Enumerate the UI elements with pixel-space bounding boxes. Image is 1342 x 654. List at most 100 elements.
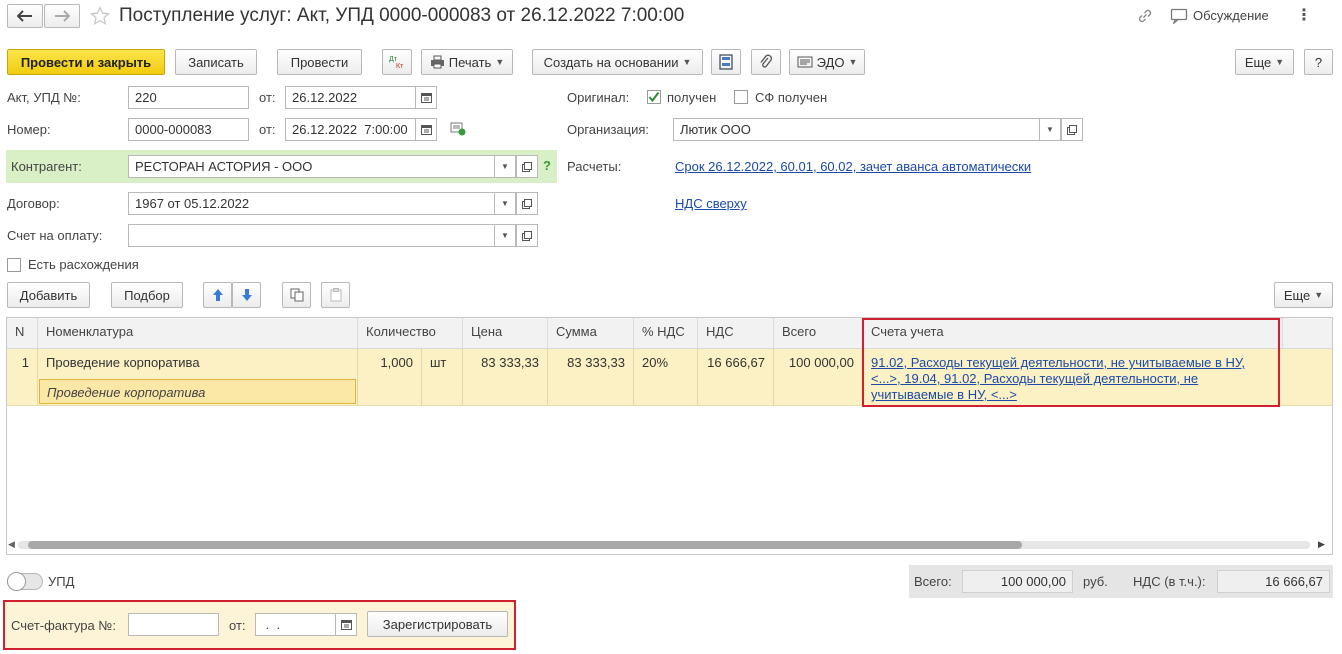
table-more-button[interactable]: Еще ▼	[1274, 282, 1333, 308]
column-header-sum[interactable]: Сумма	[548, 318, 634, 348]
column-header-price[interactable]: Цена	[463, 318, 548, 348]
open-form-icon	[522, 161, 532, 172]
edo-label: ЭДО	[816, 54, 845, 70]
selection-label: Подбор	[124, 287, 170, 303]
organization-open-button[interactable]	[1061, 118, 1083, 141]
organization-dropdown-button[interactable]: ▼	[1039, 118, 1061, 141]
contract-input[interactable]: 1967 от 05.12.2022	[128, 192, 495, 215]
svg-text:Дт: Дт	[389, 56, 398, 63]
chevron-down-icon: ▼	[501, 199, 509, 208]
open-form-icon	[522, 198, 532, 209]
discrepancy-checkbox[interactable]	[7, 258, 21, 272]
column-header-nomenclature[interactable]: Номенклатура	[38, 318, 358, 348]
column-header-vat[interactable]: НДС	[698, 318, 774, 348]
invoice-date-value: . .	[262, 617, 281, 632]
move-down-button[interactable]	[232, 282, 261, 308]
paste-row-button[interactable]	[321, 282, 350, 308]
contractor-input[interactable]: РЕСТОРАН АСТОРИЯ - ООО	[128, 155, 495, 178]
act-date-calendar-button[interactable]	[415, 86, 437, 109]
scroll-right-icon[interactable]: ▶	[1318, 539, 1325, 550]
contract-open-button[interactable]	[516, 192, 538, 215]
calendar-icon	[420, 93, 432, 103]
act-number-input[interactable]: 220	[128, 86, 249, 109]
post-and-close-button[interactable]: Провести и закрыть	[7, 49, 165, 75]
save-button[interactable]: Записать	[175, 49, 257, 75]
open-form-icon	[1067, 124, 1077, 135]
number-input[interactable]: 0000-000083	[128, 118, 249, 141]
row-price[interactable]: 83 333,33	[463, 349, 548, 406]
history-icon[interactable]	[450, 122, 466, 136]
row-vat[interactable]: 16 666,67	[698, 349, 774, 406]
contractor-help-icon[interactable]: ?	[543, 158, 551, 173]
row-unit[interactable]: шт	[422, 349, 463, 406]
structure-button[interactable]	[711, 49, 741, 75]
row-vat-rate[interactable]: 20%	[634, 349, 698, 406]
copy-row-button[interactable]	[282, 282, 311, 308]
column-header-quantity[interactable]: Количество	[358, 318, 463, 348]
horizontal-scrollbar-thumb[interactable]	[28, 541, 1022, 549]
invoice-for-payment-open-button[interactable]	[516, 224, 538, 247]
number-date-calendar-button[interactable]	[415, 118, 437, 141]
create-on-basis-label: Создать на основании	[543, 54, 679, 70]
organization-label: Организация:	[567, 122, 650, 137]
back-button[interactable]	[7, 4, 43, 28]
discussion-link[interactable]: Обсуждение	[1193, 8, 1269, 23]
attach-button[interactable]	[751, 49, 781, 75]
number-date-from-label: от:	[259, 122, 276, 137]
contractor-label: Контрагент:	[11, 159, 82, 174]
column-header-n[interactable]: N	[7, 318, 38, 348]
star-icon[interactable]	[90, 6, 110, 26]
organization-input[interactable]: Лютик ООО	[673, 118, 1040, 141]
contract-value: 1967 от 05.12.2022	[135, 196, 250, 211]
create-on-basis-button[interactable]: Создать на основании ▼	[532, 49, 703, 75]
invoice-date-calendar-button[interactable]	[335, 613, 357, 636]
total-value-field: 100 000,00	[962, 570, 1073, 593]
selection-button[interactable]: Подбор	[111, 282, 183, 308]
register-label: Зарегистрировать	[382, 616, 493, 632]
print-button[interactable]: Печать ▼	[421, 49, 513, 75]
chevron-down-icon: ▼	[1314, 290, 1324, 300]
help-button[interactable]: ?	[1304, 49, 1333, 75]
contractor-dropdown-button[interactable]: ▼	[494, 155, 516, 178]
row-quantity[interactable]: 1,000	[358, 349, 422, 406]
scroll-left-icon[interactable]: ◀	[8, 539, 15, 550]
add-row-button[interactable]: Добавить	[7, 282, 90, 308]
row-number: 1	[7, 349, 38, 406]
upd-toggle[interactable]	[7, 572, 43, 591]
invoice-for-payment-input[interactable]	[128, 224, 495, 247]
kebab-menu-icon[interactable]: ⋮	[1296, 5, 1312, 27]
invoice-date-input[interactable]: . .	[255, 613, 336, 636]
row-sum[interactable]: 83 333,33	[548, 349, 634, 406]
original-received-label: получен	[667, 90, 717, 105]
vat-on-top-link[interactable]: НДС сверху	[675, 196, 747, 211]
page-title: Поступление услуг: Акт, УПД 0000-000083 …	[119, 5, 685, 26]
post-button[interactable]: Провести	[277, 49, 362, 75]
number-date-input[interactable]: 26.12.2022 7:00:00	[285, 118, 416, 141]
arrow-right-icon	[55, 10, 70, 22]
column-header-vat-rate[interactable]: % НДС	[634, 318, 698, 348]
more-button[interactable]: Еще ▼	[1235, 49, 1294, 75]
forward-button[interactable]	[44, 4, 80, 28]
register-button[interactable]: Зарегистрировать	[367, 611, 508, 637]
paperclip-icon	[760, 54, 772, 68]
invoice-number-input[interactable]	[128, 613, 219, 636]
link-icon[interactable]	[1136, 7, 1154, 25]
contract-dropdown-button[interactable]: ▼	[494, 192, 516, 215]
discussion-icon[interactable]	[1170, 8, 1188, 24]
row-total[interactable]: 100 000,00	[774, 349, 863, 406]
row-nomenclature-content-field[interactable]: Проведение корпоратива	[39, 379, 356, 404]
sf-received-label: СФ получен	[755, 90, 828, 105]
dt-kt-button[interactable]: Дт Кт	[382, 49, 412, 75]
move-up-button[interactable]	[203, 282, 232, 308]
column-header-total[interactable]: Всего	[774, 318, 863, 348]
edo-button[interactable]: ЭДО ▼	[789, 49, 865, 75]
act-date-input[interactable]: 26.12.2022	[285, 86, 416, 109]
sf-received-checkbox[interactable]	[734, 90, 748, 104]
contractor-open-button[interactable]	[516, 155, 538, 178]
invoice-for-payment-dropdown-button[interactable]: ▼	[494, 224, 516, 247]
dt-kt-icon: Дт Кт	[389, 56, 404, 70]
open-form-icon	[522, 230, 532, 241]
settlements-link[interactable]: Срок 26.12.2022, 60.01, 60.02, зачет ава…	[675, 159, 1031, 174]
original-received-checkbox[interactable]	[647, 90, 661, 104]
accounts-highlight-box	[862, 318, 1280, 407]
